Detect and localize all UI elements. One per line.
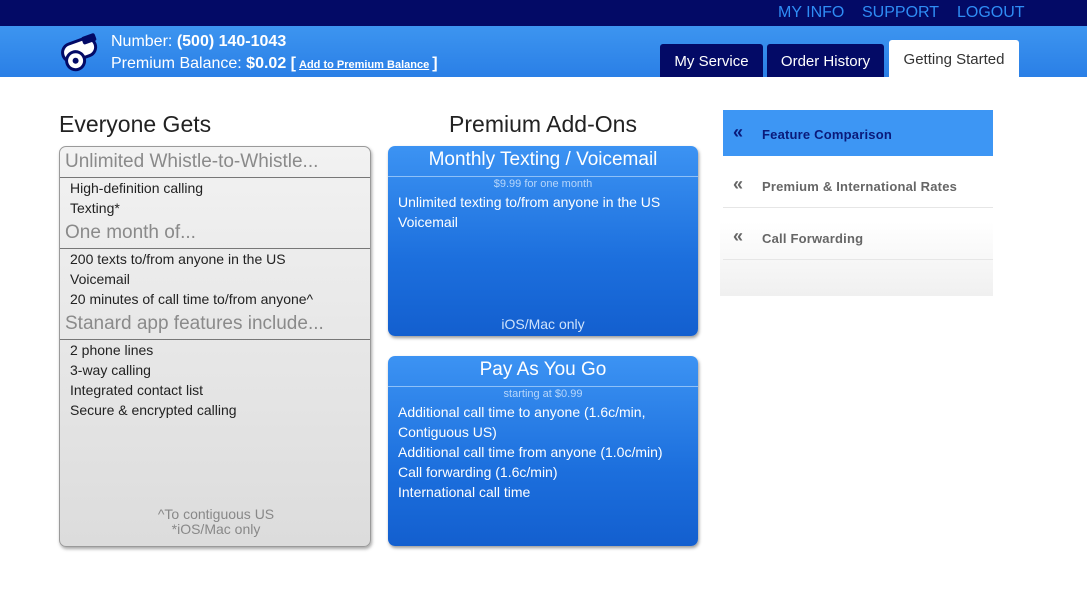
number-label: Number: (111, 33, 173, 50)
sidebar-item-label: Feature Comparison (762, 127, 893, 142)
addon-feature: Contiguous US) (398, 424, 497, 440)
getting-started-sidebar: « Feature Comparison « Premium & Interna… (720, 110, 993, 296)
bracket-close: ] (432, 55, 438, 72)
feature-item: Integrated contact list (70, 382, 204, 398)
monthly-texting-addon-card[interactable]: Monthly Texting / Voicemail $9.99 for on… (388, 146, 698, 336)
feature-item: 20 minutes of call time to/from anyone^ (70, 291, 314, 307)
section-divider (60, 248, 370, 249)
logout-link[interactable]: LOGOUT (957, 4, 1025, 22)
account-header: Number: (500) 140-1043 Premium Balance: … (0, 26, 1087, 77)
tab-getting-started[interactable]: Getting Started (889, 40, 1019, 77)
addon-title: Pay As You Go (479, 359, 607, 380)
bracket-open: [ (290, 55, 296, 72)
whistle-logo-icon (61, 33, 98, 72)
addon-footer: iOS/Mac only (501, 316, 585, 332)
balance-value: $0.02 (246, 55, 287, 72)
section-divider (60, 339, 370, 340)
tab-my-service[interactable]: My Service (660, 44, 763, 77)
addon-feature: Unlimited texting to/from anyone in the … (398, 194, 661, 210)
feature-item: Voicemail (70, 271, 130, 287)
double-chevron-left-icon: « (733, 174, 744, 194)
everyone-gets-panel: Unlimited Whistle-to-Whistle... High-def… (59, 146, 371, 547)
addon-divider (388, 176, 698, 177)
sidebar-item-label: Call Forwarding (762, 231, 864, 246)
footnote: ^To contiguous US (157, 506, 275, 522)
tab-order-history[interactable]: Order History (767, 44, 884, 77)
feature-item: 3-way calling (70, 362, 151, 378)
support-link[interactable]: SUPPORT (862, 4, 939, 22)
addon-feature: Additional call time to anyone (1.6c/min… (398, 404, 646, 420)
feature-item: 200 texts to/from anyone in the US (70, 251, 286, 267)
addon-price: $9.99 for one month (493, 178, 593, 190)
section-heading: One month of... (65, 222, 196, 243)
feature-item: High-definition calling (70, 180, 204, 196)
phone-number-line: Number: (500) 140-1043 (111, 33, 286, 51)
my-info-link[interactable]: MY INFO (778, 4, 844, 22)
sidebar-item-premium-international-rates[interactable]: « Premium & International Rates (723, 162, 993, 208)
sidebar-item-feature-comparison[interactable]: « Feature Comparison (723, 110, 993, 156)
addon-feature: International call time (398, 484, 531, 500)
addon-divider (388, 386, 698, 387)
add-premium-balance-link[interactable]: Add to Premium Balance (299, 59, 429, 71)
feature-item: 2 phone lines (70, 342, 154, 358)
sidebar-item-label: Premium & International Rates (762, 179, 958, 194)
footnote: *iOS/Mac only (171, 521, 261, 537)
section-heading: Unlimited Whistle-to-Whistle... (65, 151, 319, 172)
sidebar-item-call-forwarding[interactable]: « Call Forwarding (723, 214, 993, 260)
addon-feature: Voicemail (398, 214, 458, 230)
premium-balance-line: Premium Balance: $0.02 [Add to Premium B… (111, 55, 438, 73)
top-nav-bar: MY INFO SUPPORT LOGOUT (0, 0, 1087, 26)
addon-price: starting at $0.99 (503, 388, 583, 400)
section-heading: Stanard app features include... (65, 313, 324, 334)
double-chevron-left-icon: « (733, 122, 744, 142)
feature-item: Texting* (70, 200, 120, 216)
addon-title: Monthly Texting / Voicemail (428, 149, 658, 170)
pay-as-you-go-addon-card[interactable]: Pay As You Go starting at $0.99 Addition… (388, 356, 698, 546)
addon-feature: Additional call time from anyone (1.0c/m… (398, 444, 663, 460)
double-chevron-left-icon: « (733, 226, 744, 246)
feature-item: Secure & encrypted calling (70, 402, 237, 418)
balance-label: Premium Balance: (111, 55, 242, 72)
premium-addons-title: Premium Add-Ons (449, 111, 637, 137)
phone-number-value: (500) 140-1043 (176, 33, 287, 50)
everyone-gets-title: Everyone Gets (59, 111, 212, 137)
addon-feature: Call forwarding (1.6c/min) (398, 464, 558, 480)
section-divider (60, 177, 370, 178)
